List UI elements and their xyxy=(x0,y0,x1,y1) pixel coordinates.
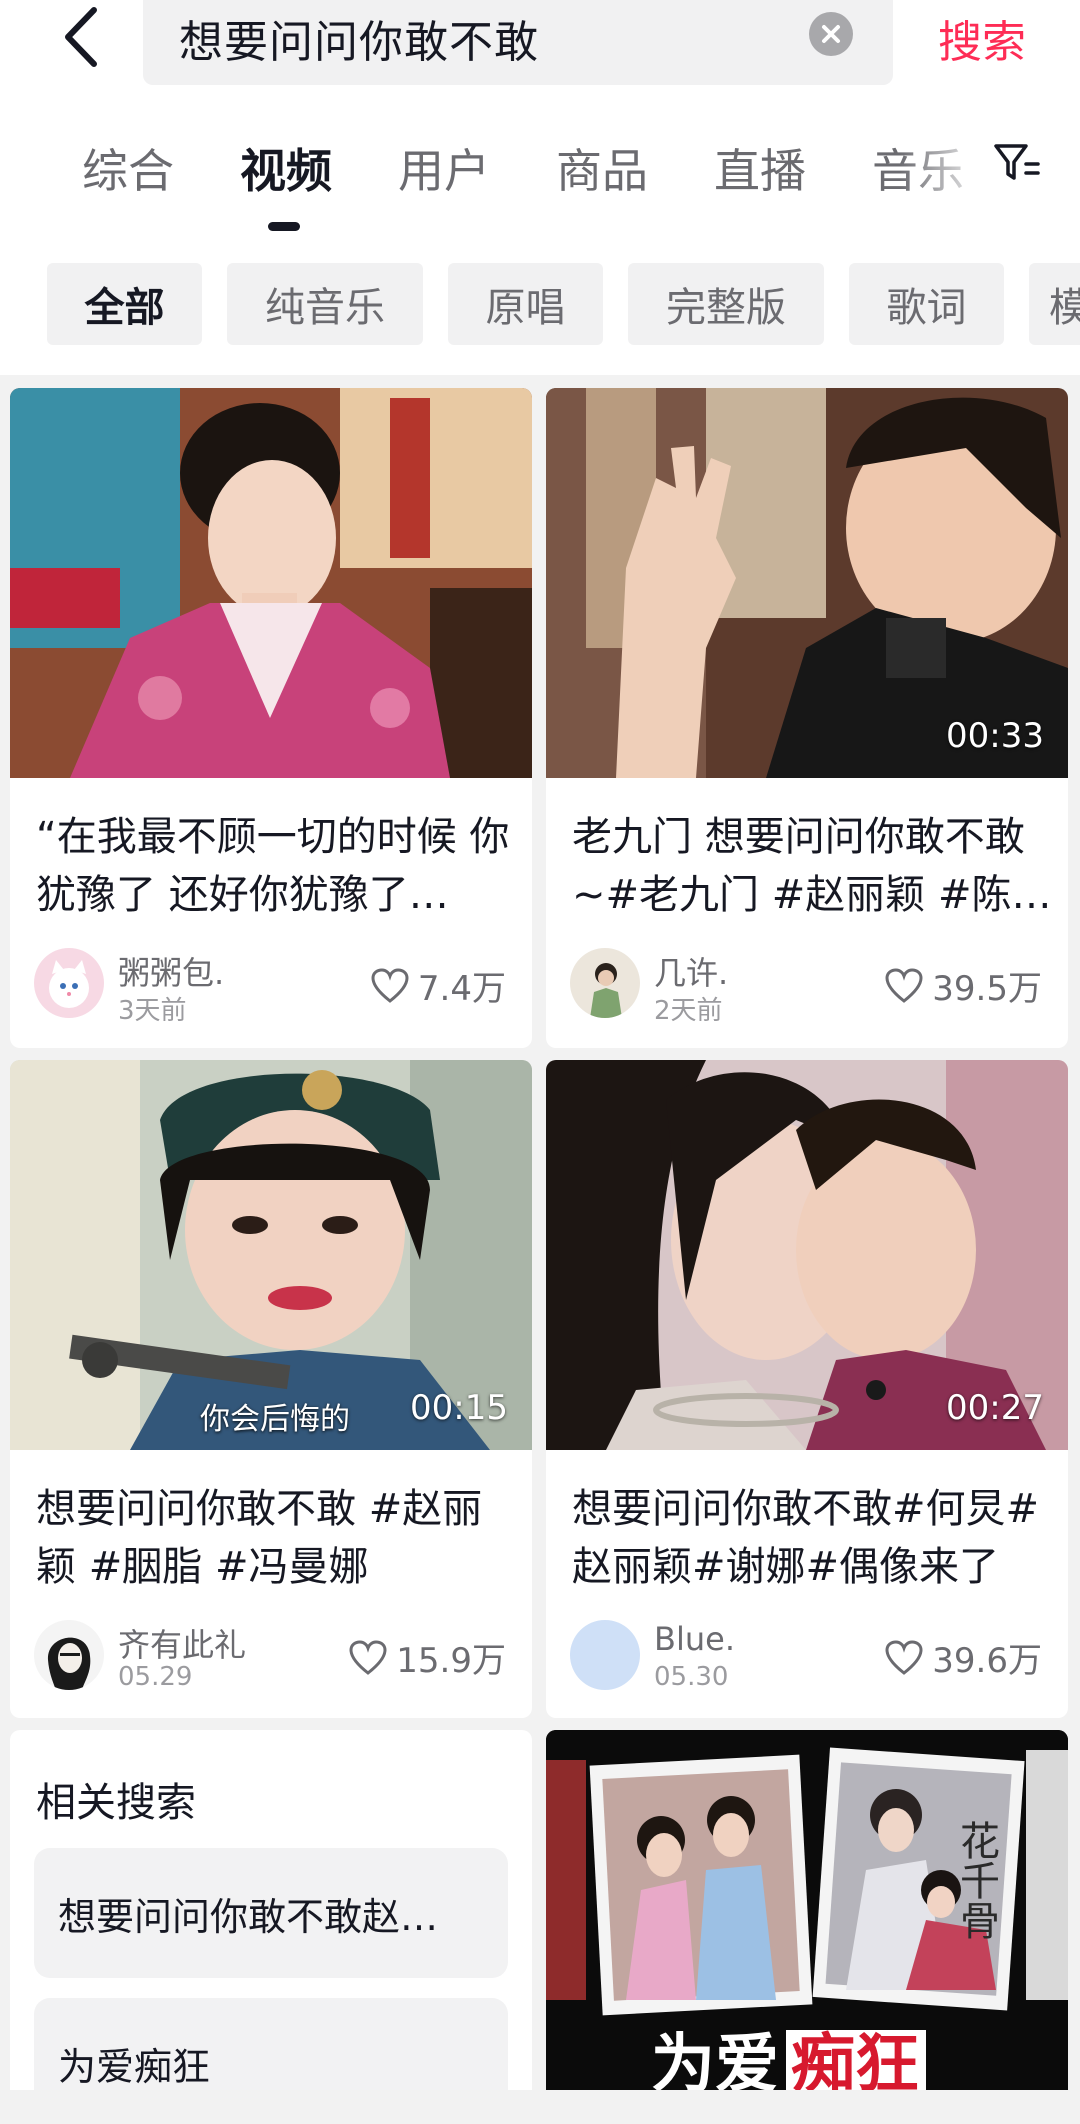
tab-general[interactable]: 综合 xyxy=(82,135,174,201)
post-date: 2天前 xyxy=(654,996,723,1026)
tab-video[interactable]: 视频 xyxy=(240,135,332,201)
related-searches-title: 相关搜索 xyxy=(36,1780,196,1826)
author-name[interactable]: Blue. xyxy=(654,1620,735,1658)
author-avatar[interactable] xyxy=(34,1620,104,1690)
heart-icon xyxy=(885,1639,923,1675)
chip-original[interactable]: 原唱 xyxy=(448,263,603,345)
video-thumbnail: 00:27 xyxy=(546,1060,1068,1450)
heart-icon xyxy=(371,967,409,1003)
chevron-left-icon xyxy=(65,7,97,67)
search-input[interactable]: 想要问问你敢不敢 xyxy=(143,0,893,85)
video-subtitle: 你会后悔的 xyxy=(200,1402,350,1437)
search-header: 想要问问你敢不敢 搜索 综合 视频 用户 商品 直播 音乐 全部 纯音乐 原唱 … xyxy=(0,0,1080,375)
clear-search-button[interactable] xyxy=(809,12,853,56)
bottom-safe-area xyxy=(0,2090,1080,2124)
like-count-text: 39.6万 xyxy=(932,1641,1042,1681)
video-caption: 想要问问你敢不敢#何炅#赵丽颖#谢娜#偶像来了 xyxy=(572,1486,1040,1590)
video-caption: 想要问问你敢不敢 #赵丽颖 #胭脂 #冯曼娜 xyxy=(36,1486,483,1590)
like-count[interactable]: 39.6万 xyxy=(884,1633,1042,1682)
like-count-text: 15.9万 xyxy=(396,1641,506,1681)
tab-users[interactable]: 用户 xyxy=(398,135,490,201)
tab-products[interactable]: 商品 xyxy=(556,135,648,201)
filter-chips: 全部 纯音乐 原唱 完整版 歌词 模 xyxy=(0,263,1080,348)
chip-lyrics[interactable]: 歌词 xyxy=(849,263,1004,345)
active-tab-indicator xyxy=(268,222,300,231)
poster-banner-red: 痴狂 xyxy=(791,2028,919,2090)
search-submit-button[interactable]: 搜索 xyxy=(938,6,1026,70)
video-card[interactable]: “在我最不顾一切的时候 你犹豫了 还好你犹豫了… 粥粥包. 3天前 7.4万 xyxy=(10,388,532,1048)
video-thumbnail: 你会后悔的 00:15 xyxy=(10,1060,532,1450)
back-button[interactable] xyxy=(50,2,110,72)
video-card[interactable]: 你会后悔的 00:15 想要问问你敢不敢 #赵丽颖 #胭脂 #冯曼娜 齐有此礼 … xyxy=(10,1060,532,1718)
close-icon xyxy=(822,25,840,43)
result-type-tabs: 综合 视频 用户 商品 直播 音乐 xyxy=(0,135,1080,235)
related-search-item[interactable]: 想要问问你敢不敢赵… xyxy=(34,1848,508,1978)
sketch-avatar-icon xyxy=(34,1620,104,1690)
video-thumbnail: 花千骨 为爱 痴狂 xyxy=(546,1730,1068,2090)
video-duration: 00:27 xyxy=(946,1388,1044,1428)
like-count-text: 39.5万 xyxy=(932,969,1042,1009)
post-date: 05.30 xyxy=(654,1662,729,1692)
like-count-text: 7.4万 xyxy=(417,969,506,1009)
author-name[interactable]: 齐有此礼 xyxy=(118,1620,246,1666)
related-searches: 相关搜索 想要问问你敢不敢赵… 为爱痴狂 xyxy=(10,1730,532,2124)
author-avatar[interactable] xyxy=(34,948,104,1018)
filter-button[interactable] xyxy=(992,138,1042,188)
like-count[interactable]: 15.9万 xyxy=(348,1633,506,1682)
filter-icon xyxy=(994,144,1040,180)
poster-calligraphy: 花千骨 xyxy=(953,1820,999,1940)
search-query-text: 想要问问你敢不敢 xyxy=(179,17,539,68)
poster-banner-white: 为爱 xyxy=(651,2028,779,2090)
portrait-avatar-icon xyxy=(570,948,640,1018)
video-thumbnail xyxy=(10,388,532,778)
author-avatar[interactable] xyxy=(570,1620,640,1690)
chip-pure-music[interactable]: 纯音乐 xyxy=(227,263,423,345)
author-avatar[interactable] xyxy=(570,948,640,1018)
post-date: 05.29 xyxy=(118,1662,193,1692)
video-caption: “在我最不顾一切的时候 你犹豫了 还好你犹豫了… xyxy=(36,814,510,918)
post-date: 3天前 xyxy=(118,996,187,1026)
author-name[interactable]: 粥粥包. xyxy=(118,948,224,994)
like-count[interactable]: 39.5万 xyxy=(884,961,1042,1010)
cartoon-cat-avatar-icon xyxy=(34,948,104,1018)
video-card[interactable]: 00:27 想要问问你敢不敢#何炅#赵丽颖#谢娜#偶像来了 Blue. 05.3… xyxy=(546,1060,1068,1718)
video-card[interactable]: 00:33 老九门 想要问问你敢不敢 ~#老九门 #赵丽颖 #陈… 几许. 2天… xyxy=(546,388,1068,1048)
chip-more[interactable]: 模 xyxy=(1029,263,1080,345)
video-duration: 00:33 xyxy=(946,716,1044,756)
chip-full-version[interactable]: 完整版 xyxy=(628,263,824,345)
heart-icon xyxy=(349,1639,387,1675)
tab-scroll-fade xyxy=(900,135,990,205)
video-duration: 00:15 xyxy=(410,1388,508,1428)
heart-icon xyxy=(885,967,923,1003)
like-count[interactable]: 7.4万 xyxy=(370,961,506,1010)
author-name[interactable]: 几许. xyxy=(654,948,728,994)
video-thumbnail: 00:33 xyxy=(546,388,1068,778)
chip-all[interactable]: 全部 xyxy=(47,263,202,345)
tab-live[interactable]: 直播 xyxy=(714,135,806,201)
video-card[interactable]: 花千骨 为爱 痴狂 xyxy=(546,1730,1068,2090)
video-caption: 老九门 想要问问你敢不敢 ~#老九门 #赵丽颖 #陈… xyxy=(572,814,1052,918)
